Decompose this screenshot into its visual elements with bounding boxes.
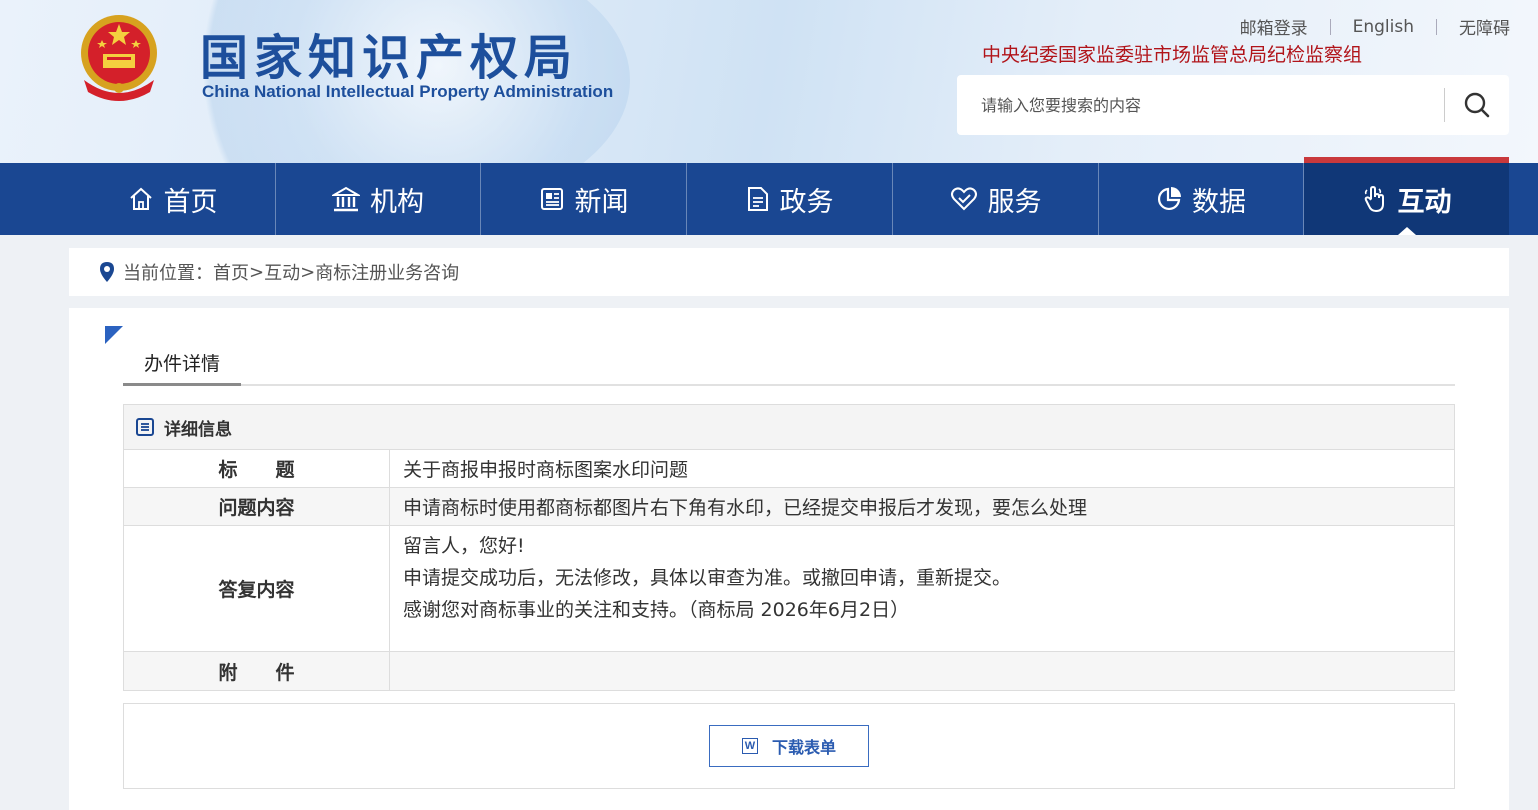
tab-case-detail[interactable]: 办件详情 <box>123 346 241 386</box>
breadcrumb-home[interactable]: 首页 <box>213 259 249 285</box>
table-row-question: 问题内容 申请商标时使用都商标都图片右下角有水印，已经提交申报后才发现，要怎么处… <box>124 488 1454 526</box>
nav-item-label: 机构 <box>370 186 424 218</box>
detail-title: 详细信息 <box>164 419 232 440</box>
nav-item-label: 政务 <box>779 186 834 218</box>
breadcrumb: 当前位置： 首页 > 互动 > 商标注册业务咨询 <box>69 248 1509 296</box>
site-header: 国家知识产权局 China National Intellectual Prop… <box>0 0 1538 163</box>
english-link[interactable]: English <box>1353 17 1414 37</box>
search-input[interactable] <box>957 75 1444 135</box>
row-key: 附 件 <box>124 652 390 690</box>
nav-item-label: 首页 <box>163 186 218 218</box>
reply-line: 申请提交成功后，无法修改，具体以审查为准。或撤回申请，重新提交。 <box>403 567 1012 589</box>
accessibility-link[interactable]: 无障碍 <box>1459 14 1510 39</box>
heart-icon <box>950 187 977 211</box>
breadcrumb-separator: > <box>300 261 316 283</box>
content-panel: 办件详情 详细信息 标 题 关于商报申报时商标图案水印问题 问题内容 申请商标时… <box>69 308 1509 810</box>
location-pin-icon <box>100 262 114 282</box>
nav-item-label: 数据 <box>1192 186 1246 218</box>
hand-pointer-icon <box>1364 185 1384 213</box>
mail-login-link[interactable]: 邮箱登录 <box>1240 14 1308 39</box>
search-box <box>957 75 1509 135</box>
reply-line: 感谢您对商标事业的关注和支持。（商标局 2026年6月2日） <box>403 599 910 621</box>
row-key: 答复内容 <box>124 526 390 651</box>
word-file-icon: W <box>741 738 758 754</box>
nav-item-label: 新闻 <box>574 186 629 218</box>
breadcrumb-prefix: 当前位置： <box>123 263 213 284</box>
download-label: 下载表单 <box>771 738 836 757</box>
pie-chart-icon <box>1157 187 1181 211</box>
top-links: 邮箱登录 English 无障碍 <box>1240 14 1510 40</box>
download-form-button[interactable]: W 下载表单 <box>709 725 869 767</box>
list-icon <box>136 418 154 436</box>
row-key: 问题内容 <box>124 488 390 525</box>
home-icon <box>129 187 152 210</box>
tab-bar: 办件详情 <box>123 346 1455 386</box>
table-row-attachment: 附 件 <box>124 652 1454 690</box>
breadcrumb-current[interactable]: 商标注册业务咨询 <box>315 259 459 285</box>
institution-icon <box>332 186 360 212</box>
site-logo-chinese[interactable]: 国家知识产权局 <box>200 18 578 88</box>
discipline-inspection-link[interactable]: 中央纪委国家监委驻市场监管总局纪检监察组 <box>982 40 1362 67</box>
nav-item-interaction[interactable]: 互动 <box>1304 157 1509 235</box>
national-emblem-icon[interactable] <box>76 10 162 104</box>
nav-item-label: 服务 <box>987 186 1042 218</box>
nav-item-institution[interactable]: 机构 <box>276 163 481 235</box>
row-value: 申请商标时使用都商标都图片右下角有水印，已经提交申报后才发现，要怎么处理 <box>403 497 1088 519</box>
site-logo-english[interactable]: China National Intellectual Property Adm… <box>202 82 613 102</box>
breadcrumb-separator: > <box>249 261 265 283</box>
detail-header: 详细信息 <box>124 405 1454 450</box>
nav-item-service[interactable]: 服务 <box>893 163 1099 235</box>
news-icon <box>540 188 563 210</box>
row-value <box>390 652 1454 690</box>
nav-item-home[interactable]: 首页 <box>70 163 276 235</box>
row-value: 关于商报申报时商标图案水印问题 <box>403 459 689 481</box>
search-button[interactable] <box>1445 75 1509 135</box>
table-row-title: 标 题 关于商报申报时商标图案水印问题 <box>124 450 1454 488</box>
corner-decoration <box>105 326 123 344</box>
row-value: 留言人，您好! 申请提交成功后，无法修改，具体以审查为准。或撤回申请，重新提交。… <box>390 526 1454 651</box>
divider <box>1329 18 1331 35</box>
nav-item-data[interactable]: 数据 <box>1099 163 1304 235</box>
detail-table: 详细信息 标 题 关于商报申报时商标图案水印问题 问题内容 申请商标时使用都商标… <box>123 404 1455 691</box>
reply-line: 留言人，您好! <box>403 535 525 557</box>
table-row-reply: 答复内容 留言人，您好! 申请提交成功后，无法修改，具体以审查为准。或撤回申请，… <box>124 526 1454 652</box>
divider <box>1436 18 1437 35</box>
nav-item-affairs[interactable]: 政务 <box>687 163 893 235</box>
search-icon <box>1464 92 1490 118</box>
nav-item-label: 互动 <box>1397 186 1452 218</box>
main-nav: 首页 机构 新闻 政务 服务 数据 互动 <box>0 157 1538 235</box>
download-area: W 下载表单 <box>123 703 1455 789</box>
row-key: 标 题 <box>124 450 390 487</box>
document-icon <box>747 187 768 211</box>
nav-item-news[interactable]: 新闻 <box>481 163 687 235</box>
breadcrumb-interaction[interactable]: 互动 <box>264 259 300 285</box>
